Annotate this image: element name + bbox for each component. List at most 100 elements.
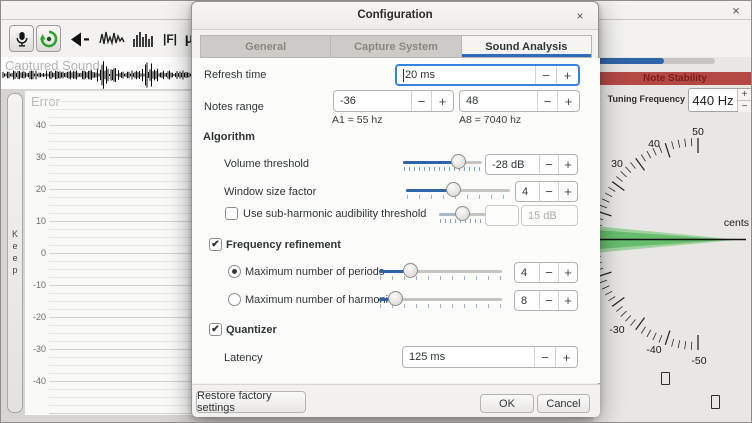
latency-increment-button[interactable]: + (555, 347, 577, 367)
text-cursor (403, 69, 404, 82)
dial-unit-label: cents (724, 217, 749, 229)
keep-button-label: Keep (10, 229, 20, 277)
missing-glyph-box (711, 395, 720, 409)
dial-label-30: 30 (611, 158, 623, 170)
refresh-time-label: Refresh time (204, 69, 266, 81)
max-periods-decrement-button[interactable]: − (539, 263, 558, 282)
tab-general[interactable]: General (201, 36, 331, 57)
refresh-time-increment-button[interactable]: + (556, 66, 578, 84)
latency-decrement-button[interactable]: − (534, 347, 555, 367)
notes-range-max-decrement-button[interactable]: − (537, 91, 557, 111)
volume-threshold-slider[interactable] (403, 153, 482, 171)
volume-threshold-label: Volume threshold (224, 158, 309, 170)
latency-label: Latency (224, 352, 263, 364)
max-periods-increment-button[interactable]: + (558, 263, 577, 282)
dialog-title: Configuration (192, 9, 598, 21)
dial-label-40: 40 (648, 138, 660, 150)
window-size-factor-slider[interactable] (406, 181, 510, 199)
notes-range-min-spinbox[interactable]: -36 − + (333, 90, 454, 112)
tuning-frequency-spinbox[interactable]: 440 Hz + − (688, 88, 752, 112)
fourier-view-icon[interactable]: |F| (158, 30, 182, 48)
histogram-view-icon[interactable] (130, 30, 155, 48)
frequency-refinement-label: Frequency refinement (226, 239, 341, 251)
slider-handle[interactable] (446, 182, 461, 197)
dialog-footer: Restore factory settings OK Cancel (192, 384, 600, 417)
microphone-toggle-button[interactable] (9, 25, 34, 52)
dialog-tab-bar: General Capture System Sound Analysis (200, 35, 592, 58)
slider-ticks (407, 195, 509, 199)
notes-range-min-caption: A1 = 55 hz (332, 114, 383, 126)
quantizer-checkbox[interactable]: ✔ (209, 323, 222, 336)
y-axis-tick-label: 10 (25, 216, 46, 226)
subharmonic-checkbox[interactable] (225, 207, 238, 220)
dial-label-minus40: -40 (646, 344, 661, 356)
note-stability-label: Note Stability (643, 73, 707, 84)
volume-meter-fill (597, 58, 664, 64)
volume-threshold-increment-button[interactable]: + (558, 155, 577, 174)
keep-button[interactable]: Keep (7, 93, 23, 413)
subharmonic-spinbox: 15 dB (521, 205, 578, 226)
window-close-icon[interactable]: × (728, 3, 744, 18)
notes-range-min-decrement-button[interactable]: − (411, 91, 431, 111)
window-size-factor-decrement-button[interactable]: − (539, 182, 558, 201)
max-harmonics-radio[interactable] (228, 293, 241, 306)
microphone-icon (15, 30, 29, 48)
sound-analysis-panel: Refresh time 20 ms − + Notes range -36 −… (192, 58, 600, 383)
dialog-titlebar: Configuration × (192, 2, 598, 30)
max-periods-slider[interactable] (379, 262, 502, 280)
max-periods-label: Maximum number of periods (245, 266, 384, 278)
latency-spinbox[interactable]: 125 ms − + (402, 346, 578, 368)
volume-threshold-decrement-button[interactable]: − (539, 155, 558, 174)
notes-range-max-increment-button[interactable]: + (557, 91, 579, 111)
max-periods-spinbox[interactable]: 4 − + (514, 262, 578, 283)
window-size-factor-spinbox[interactable]: 4 − + (515, 181, 578, 202)
tuning-frequency-value[interactable]: 440 Hz (689, 89, 737, 111)
auto-detect-toggle-button[interactable] (36, 25, 61, 52)
algorithm-section-label: Algorithm (203, 131, 255, 143)
window-size-factor-value[interactable]: 4 (516, 182, 539, 201)
window-size-factor-label: Window size factor (224, 186, 316, 198)
max-harmonics-value[interactable]: 8 (515, 291, 539, 310)
volume-meter (597, 58, 715, 64)
speaker-mute-icon[interactable] (67, 30, 91, 48)
window-size-factor-increment-button[interactable]: + (558, 182, 577, 201)
quantizer-label: Quantizer (226, 324, 277, 336)
cancel-button[interactable]: Cancel (537, 394, 590, 413)
tab-capture-system[interactable]: Capture System (331, 36, 461, 57)
notes-range-max-caption: A8 = 7040 hz (459, 114, 521, 126)
dial-label-minus50: -50 (691, 355, 706, 367)
missing-glyph-box (661, 372, 670, 385)
tuning-frequency-label: Tuning Frequency (599, 94, 685, 104)
notes-range-max-spinbox[interactable]: 48 − + (459, 90, 580, 112)
waveform-view-icon[interactable] (98, 29, 125, 49)
tuning-frequency-increment-button[interactable]: + (738, 89, 751, 101)
slider-handle[interactable] (403, 263, 418, 278)
auto-detect-icon (40, 30, 58, 48)
slider-fill (403, 161, 458, 164)
max-harmonics-label: Maximum number of harmonics (245, 294, 399, 306)
ok-button[interactable]: OK (480, 394, 534, 413)
dialog-close-icon[interactable]: × (572, 8, 588, 24)
frequency-refinement-checkbox[interactable]: ✔ (209, 238, 222, 251)
subharmonic-value-box (485, 205, 519, 226)
refresh-time-value[interactable]: 20 ms (397, 66, 535, 84)
notes-range-min-increment-button[interactable]: + (431, 91, 453, 111)
volume-threshold-value[interactable]: -28 dB (486, 155, 539, 174)
refresh-time-decrement-button[interactable]: − (535, 66, 556, 84)
notes-range-max-value[interactable]: 48 (460, 91, 537, 111)
max-periods-value[interactable]: 4 (515, 263, 539, 282)
tab-sound-analysis[interactable]: Sound Analysis (462, 36, 591, 57)
slider-handle (455, 206, 470, 221)
y-axis-tick-label: 20 (25, 184, 46, 194)
max-harmonics-slider[interactable] (379, 290, 502, 308)
latency-value[interactable]: 125 ms (403, 347, 534, 367)
restore-factory-settings-button[interactable]: Restore factory settings (196, 391, 306, 413)
volume-threshold-spinbox[interactable]: -28 dB − + (485, 154, 578, 175)
max-harmonics-increment-button[interactable]: + (558, 291, 577, 310)
slider-handle[interactable] (388, 291, 403, 306)
refresh-time-spinbox[interactable]: 20 ms − + (395, 64, 580, 86)
max-harmonics-decrement-button[interactable]: − (539, 291, 558, 310)
notes-range-min-value[interactable]: -36 (334, 91, 411, 111)
max-harmonics-spinbox[interactable]: 8 − + (514, 290, 578, 311)
max-periods-radio[interactable] (228, 265, 241, 278)
